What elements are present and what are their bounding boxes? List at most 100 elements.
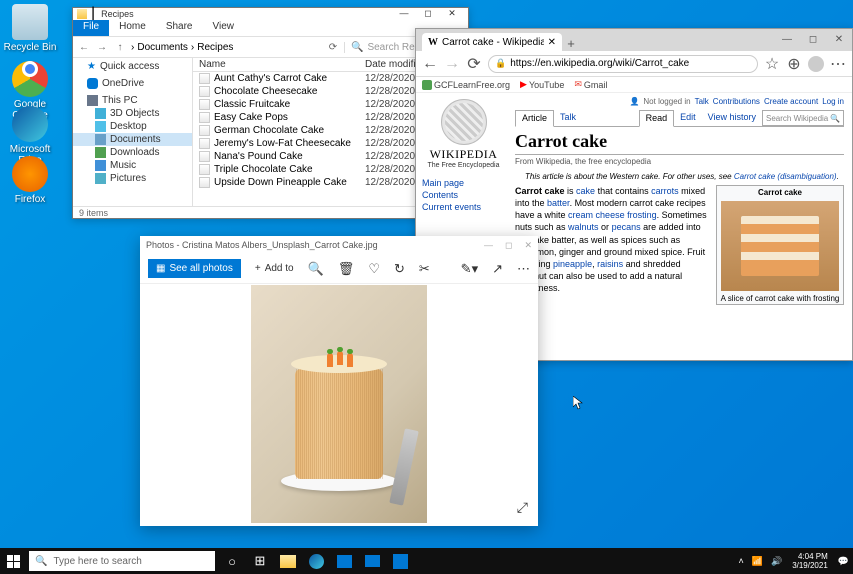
photos-close[interactable]: ✕ — [524, 240, 532, 251]
favorite-icon[interactable]: ☆ — [764, 54, 780, 74]
wp-tab-history[interactable]: View history — [702, 110, 762, 126]
nav-up[interactable]: ↑ — [113, 42, 127, 53]
recycle-bin-icon — [12, 4, 48, 40]
desktop-icon-recycle-bin[interactable]: Recycle Bin — [2, 4, 58, 53]
sidebar-3dobjects[interactable]: 3D Objects — [73, 107, 192, 120]
sidebar-onedrive[interactable]: OneDrive — [73, 77, 192, 90]
youtube-icon: ▶ — [520, 79, 527, 90]
hatnote-link[interactable]: Carrot cake (disambiguation) — [734, 172, 837, 181]
add-to-button[interactable]: +Add to — [255, 263, 294, 274]
wp-link-mainpage[interactable]: Main page — [422, 177, 505, 189]
downloads-icon — [95, 147, 106, 158]
breadcrumb[interactable]: ›Documents›Recipes — [131, 42, 322, 53]
rotate-button[interactable]: ↻ — [394, 261, 405, 277]
close-button[interactable]: ✕ — [440, 8, 464, 20]
column-name[interactable]: Name — [193, 58, 363, 71]
photos-minimize[interactable]: — — [484, 240, 493, 251]
expand-icon[interactable]: ⤢ — [517, 499, 528, 516]
wp-top-talk[interactable]: Talk — [695, 97, 709, 106]
browser-back[interactable]: ← — [422, 55, 438, 73]
new-tab-button[interactable]: + — [562, 36, 580, 51]
wp-link-contents[interactable]: Contents — [422, 189, 505, 201]
wikipedia-logo[interactable] — [441, 99, 487, 145]
ribbon-file[interactable]: File — [73, 20, 109, 36]
photos-titlebar[interactable]: Photos - Cristina Matos Albers_Unsplash_… — [140, 236, 538, 254]
start-button[interactable] — [0, 548, 26, 574]
chrome-icon — [12, 61, 48, 97]
tray-network-icon[interactable]: 📶 — [748, 556, 767, 567]
nav-refresh[interactable]: ⟳ — [326, 42, 340, 53]
bookmark-item[interactable]: ▶YouTube — [520, 79, 564, 90]
sidebar-music[interactable]: Music — [73, 159, 192, 172]
browser-fwd[interactable]: → — [444, 55, 460, 73]
taskbar-edge[interactable] — [302, 548, 330, 574]
collections-icon[interactable]: ⊕ — [786, 54, 802, 74]
tray-notifications-icon[interactable]: 💬 — [834, 556, 853, 567]
sidebar-pictures[interactable]: Pictures — [73, 172, 192, 185]
cube-icon — [95, 108, 106, 119]
browser-minimize[interactable]: — — [774, 29, 800, 51]
see-all-photos-button[interactable]: ▦See all photos — [148, 259, 241, 278]
taskbar-search[interactable]: 🔍Type here to search — [29, 551, 215, 571]
photo-viewport[interactable]: ⤢ — [140, 284, 538, 524]
photos-maximize[interactable]: ◻ — [505, 240, 512, 251]
wp-tab-talk[interactable]: Talk — [554, 110, 582, 126]
share-button[interactable]: ↗ — [492, 261, 503, 277]
taskbar-explorer[interactable] — [274, 548, 302, 574]
wp-search[interactable]: Search Wikipedia🔍 — [762, 110, 844, 126]
maximize-button[interactable]: ◻ — [416, 8, 440, 20]
wp-top-create[interactable]: Create account — [764, 97, 818, 106]
bookmark-item[interactable]: ✉Gmail — [574, 79, 607, 90]
sidebar-thispc[interactable]: This PC — [73, 94, 192, 107]
ribbon-share[interactable]: Share — [156, 20, 203, 36]
more-button[interactable]: ⋯ — [517, 261, 530, 277]
sidebar-desktop[interactable]: Desktop — [73, 120, 192, 133]
taskbar-mail[interactable] — [358, 548, 386, 574]
tray-volume-icon[interactable]: 🔊 — [767, 556, 786, 567]
zoom-button[interactable]: 🔍 — [308, 261, 324, 277]
desktop-icon-firefox[interactable]: Firefox — [2, 156, 58, 205]
wp-link-current[interactable]: Current events — [422, 201, 505, 213]
ribbon-view[interactable]: View — [203, 20, 245, 36]
file-icon — [199, 99, 210, 110]
sidebar-quick-access[interactable]: ★Quick access — [73, 60, 192, 73]
nav-fwd[interactable]: → — [95, 42, 109, 53]
infobox-image[interactable] — [721, 201, 839, 291]
tab-title: Carrot cake - Wikipedia — [442, 37, 544, 48]
wp-top-contrib[interactable]: Contributions — [713, 97, 760, 106]
taskbar-clock[interactable]: 4:04 PM3/19/2021 — [786, 552, 834, 570]
wp-tab-read[interactable]: Read — [639, 110, 675, 127]
browser-refresh[interactable]: ⟳ — [466, 54, 482, 74]
sidebar-downloads[interactable]: Downloads — [73, 146, 192, 159]
wp-tab-edit[interactable]: Edit — [674, 110, 702, 126]
taskbar-store[interactable] — [330, 548, 358, 574]
crop-button[interactable]: ✂ — [419, 261, 430, 277]
delete-button[interactable]: 🗑 — [338, 261, 355, 277]
bookmark-item[interactable]: GCFLearnFree.org — [422, 80, 510, 90]
browser-menu[interactable]: ⋯ — [830, 54, 846, 74]
edit-button[interactable]: ✎▾ — [461, 261, 478, 277]
file-icon — [199, 151, 210, 162]
mouse-cursor — [573, 396, 583, 410]
photos-toolbar: ▦See all photos +Add to 🔍 🗑 ♡ ↻ ✂ ✎▾ ↗ ⋯ — [140, 254, 538, 284]
browser-close[interactable]: ✕ — [826, 29, 852, 51]
task-view-icon[interactable]: ⊞ — [246, 548, 274, 574]
ribbon-home[interactable]: Home — [109, 20, 156, 36]
wp-tab-article[interactable]: Article — [515, 110, 554, 127]
explorer-titlebar[interactable]: | Recipes — ◻ ✕ — [73, 8, 468, 20]
profile-icon[interactable] — [808, 56, 824, 72]
music-icon — [95, 160, 106, 171]
cortana-icon[interactable]: ○ — [218, 548, 246, 574]
browser-tab[interactable]: W Carrot cake - Wikipedia ✕ — [422, 33, 562, 51]
article-heading: Carrot cake — [515, 131, 844, 155]
tab-close-icon[interactable]: ✕ — [548, 37, 556, 48]
favorite-button[interactable]: ♡ — [368, 261, 380, 277]
wp-top-login[interactable]: Log in — [822, 97, 844, 106]
taskbar-photos[interactable] — [386, 548, 414, 574]
address-bar[interactable]: 🔒 https://en.wikipedia.org/wiki/Carrot_c… — [488, 55, 758, 73]
tray-chevron-icon[interactable]: ˄ — [734, 556, 747, 566]
nav-back[interactable]: ← — [77, 42, 91, 53]
sidebar-documents[interactable]: Documents — [73, 133, 192, 146]
minimize-button[interactable]: — — [392, 8, 416, 20]
browser-maximize[interactable]: ◻ — [800, 29, 826, 51]
